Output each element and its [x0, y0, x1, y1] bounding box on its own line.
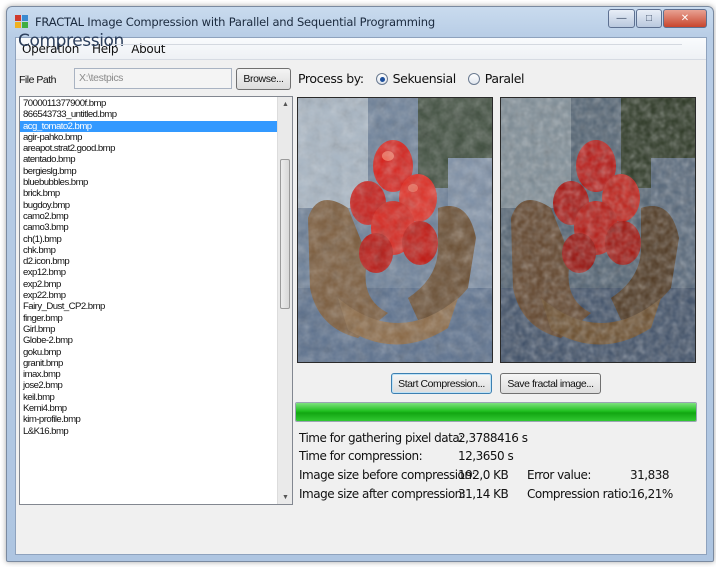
- save-fractal-image-button[interactable]: Save fractal image...: [500, 373, 601, 394]
- list-item[interactable]: keil.bmp: [20, 392, 278, 403]
- size-after-label: Image size after compression:: [299, 487, 466, 501]
- progress-bar: [295, 402, 697, 422]
- scroll-down-icon[interactable]: ▼: [278, 490, 292, 504]
- list-item[interactable]: bergieslg.bmp: [20, 166, 278, 177]
- list-item[interactable]: ch(1).bmp: [20, 234, 278, 245]
- gather-time-value: 2,3788416 s: [458, 431, 528, 445]
- process-by-label: Process by:: [298, 71, 364, 86]
- list-item[interactable]: goku.bmp: [20, 347, 278, 358]
- file-path-label: File Path: [19, 74, 56, 86]
- list-item[interactable]: L&K16.bmp: [20, 426, 278, 437]
- error-value-label: Error value:: [527, 468, 591, 482]
- list-item[interactable]: bugdoy.bmp: [20, 200, 278, 211]
- compression-ratio-label: Compression ratio:: [527, 487, 632, 501]
- radio-paralel[interactable]: [467, 72, 480, 85]
- file-list-scrollbar[interactable]: ▲ ▼: [277, 97, 292, 504]
- list-item[interactable]: exp12.bmp: [20, 267, 278, 278]
- list-item[interactable]: bluebubbles.bmp: [20, 177, 278, 188]
- list-item[interactable]: agir-pahko.bmp: [20, 132, 278, 143]
- list-item[interactable]: kim-profile.bmp: [20, 414, 278, 425]
- progress-fill: [296, 403, 696, 421]
- list-item[interactable]: 7000011377900f.bmp: [20, 98, 278, 109]
- compression-ratio-value: 16,21%: [630, 487, 673, 501]
- file-list[interactable]: 7000011377900f.bmp 866543733_untitled.bmp…: [19, 96, 293, 505]
- list-item[interactable]: camo3.bmp: [20, 222, 278, 233]
- maximize-button[interactable]: □: [636, 9, 662, 28]
- list-item[interactable]: Girl.bmp: [20, 324, 278, 335]
- minimize-button[interactable]: —: [608, 9, 635, 28]
- list-item[interactable]: jose2.bmp: [20, 380, 278, 391]
- list-item[interactable]: exp2.bmp: [20, 279, 278, 290]
- scroll-thumb[interactable]: [280, 159, 290, 309]
- radio-sekuensial-label[interactable]: Sekuensial: [393, 71, 457, 86]
- compress-time-label: Time for compression:: [299, 449, 423, 463]
- list-item[interactable]: granit.bmp: [20, 358, 278, 369]
- scroll-up-icon[interactable]: ▲: [278, 97, 292, 111]
- list-item[interactable]: 866543733_untitled.bmp: [20, 109, 278, 120]
- list-item[interactable]: d2.icon.bmp: [20, 256, 278, 267]
- list-item[interactable]: Globe-2.bmp: [20, 335, 278, 346]
- window-controls: — □ ✕: [607, 9, 707, 28]
- size-before-label: Image size before compression:: [299, 468, 476, 482]
- list-item[interactable]: atentado.bmp: [20, 154, 278, 165]
- size-before-value: 192,0 KB: [458, 468, 509, 482]
- list-item[interactable]: Fairy_Dust_CP2.bmp: [20, 301, 278, 312]
- fractal-image: [500, 97, 696, 363]
- list-item[interactable]: imax.bmp: [20, 369, 278, 380]
- compress-time-value: 12,3650 s: [458, 449, 514, 463]
- group-title: Compression: [18, 31, 124, 51]
- window-title: FRACTAL Image Compression with Parallel …: [35, 15, 435, 29]
- gather-time-label: Time for gathering pixel data:: [299, 431, 463, 445]
- list-item[interactable]: areapot.strat2.good.bmp: [20, 143, 278, 154]
- file-path-input[interactable]: X:\testpics: [74, 68, 232, 89]
- list-item[interactable]: acg_tomato2.bmp: [20, 120, 278, 132]
- list-item[interactable]: camo2.bmp: [20, 211, 278, 222]
- group-divider: [112, 44, 682, 45]
- radio-sekuensial[interactable]: [375, 72, 388, 85]
- error-value: 31,838: [630, 468, 670, 482]
- close-button[interactable]: ✕: [663, 9, 707, 28]
- browse-button[interactable]: Browse...: [236, 68, 291, 90]
- list-item[interactable]: chk.bmp: [20, 245, 278, 256]
- list-item[interactable]: finger.bmp: [20, 313, 278, 324]
- file-list-items: 7000011377900f.bmp 866543733_untitled.bmp…: [20, 98, 278, 437]
- process-by-group: Process by: Sekuensial Paralel: [298, 71, 524, 86]
- size-after-value: 31,14 KB: [458, 487, 509, 501]
- app-icon: [15, 15, 29, 29]
- start-compression-button[interactable]: Start Compression...: [391, 373, 492, 394]
- list-item[interactable]: exp22.bmp: [20, 290, 278, 301]
- radio-paralel-label[interactable]: Paralel: [485, 71, 525, 86]
- original-image: [297, 97, 493, 363]
- list-item[interactable]: brick.bmp: [20, 188, 278, 199]
- list-item[interactable]: Kemi4.bmp: [20, 403, 278, 414]
